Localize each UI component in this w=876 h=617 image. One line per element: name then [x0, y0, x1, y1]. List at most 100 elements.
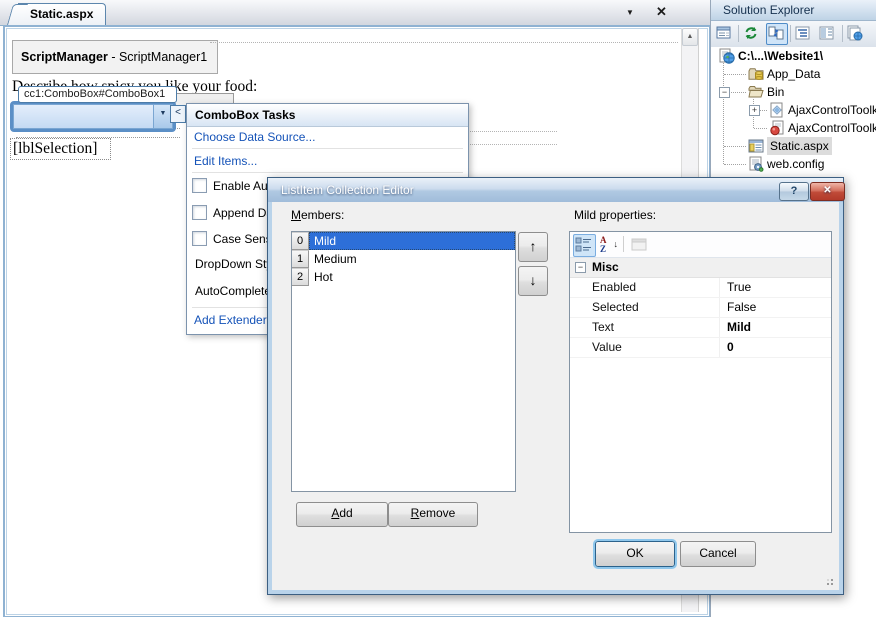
- move-up-button[interactable]: ↑: [518, 232, 548, 262]
- tree-item-static-aspx[interactable]: Static.aspx: [711, 137, 876, 155]
- tree-item-ajaxcontroltoolkit-reference[interactable]: + AjaxControlToolk: [711, 101, 876, 119]
- tab-static-aspx[interactable]: Static.aspx: [18, 3, 106, 25]
- tree-item-web-config[interactable]: web.config: [711, 155, 876, 173]
- tree-item-label: C:\...\Website1\: [738, 47, 823, 65]
- add-button[interactable]: Add: [296, 502, 388, 527]
- property-name: Selected: [570, 298, 720, 317]
- divider: [738, 25, 739, 42]
- move-down-button[interactable]: ↓: [518, 266, 548, 296]
- document-close-icon[interactable]: ✕: [656, 4, 667, 20]
- tree-item-website-root[interactable]: C:\...\Website1\: [711, 47, 876, 65]
- nest-related-files-icon[interactable]: [794, 24, 814, 44]
- aspnet-configuration-icon[interactable]: [846, 24, 866, 44]
- tab-list-dropdown-icon[interactable]: ▼: [626, 8, 634, 17]
- up-arrow-icon: ↑: [530, 238, 537, 254]
- expand-icon[interactable]: +: [749, 105, 760, 116]
- app-data-folder-icon: [748, 66, 764, 82]
- list-item-index[interactable]: 2: [292, 268, 309, 286]
- list-item-index[interactable]: 1: [292, 250, 309, 268]
- layout-divider: [210, 42, 678, 43]
- webform-file-icon: [748, 138, 764, 154]
- ok-button[interactable]: OK: [595, 541, 675, 567]
- tree-item-label: AjaxControlToolk: [788, 119, 876, 137]
- collapse-icon[interactable]: −: [719, 87, 730, 98]
- enable-autocomplete-checkbox-row[interactable]: Enable Auto: [192, 178, 278, 193]
- properties-window-icon[interactable]: [715, 24, 735, 44]
- refresh-icon[interactable]: [742, 24, 762, 44]
- property-grid-toolbar: AZ↓: [570, 232, 831, 258]
- list-item[interactable]: 2 Hot: [292, 268, 515, 286]
- checkbox-label: Append Da: [213, 206, 273, 220]
- property-grid: AZ↓ − Misc Enabled True: [569, 231, 832, 533]
- dll-file-icon: [769, 120, 785, 136]
- dropdown-style-label: DropDown Sty: [195, 257, 272, 271]
- help-button[interactable]: ?: [779, 182, 809, 201]
- add-extender-link[interactable]: Add Extender...: [194, 313, 276, 327]
- edit-items-link[interactable]: Edit Items...: [194, 154, 257, 168]
- close-button[interactable]: ✕: [810, 182, 845, 201]
- scriptmanager-control[interactable]: ScriptManager - ScriptManager1: [12, 40, 218, 74]
- combobox-control[interactable]: ▼: [13, 104, 173, 129]
- list-item-text[interactable]: Mild: [309, 232, 515, 250]
- case-sensitive-checkbox-row[interactable]: Case Sensit: [192, 231, 278, 246]
- smart-tag-collapse-button[interactable]: <: [170, 105, 186, 123]
- listitem-collection-editor-dialog: ListItem Collection Editor ? ✕ Members: …: [267, 177, 844, 595]
- list-item-text[interactable]: Hot: [309, 268, 515, 286]
- tree-item-app-data[interactable]: App_Data: [711, 65, 876, 83]
- scriptmanager-control-type: ScriptManager: [21, 50, 108, 64]
- vs-ide-screen: Static.aspx ▼ ✕ ScriptManager - ScriptMa…: [0, 0, 876, 617]
- label-lblselection-text: [lblSelection]: [13, 140, 97, 157]
- collapse-category-icon[interactable]: −: [575, 262, 586, 273]
- scroll-up-icon[interactable]: ▲: [682, 28, 698, 46]
- property-row[interactable]: Selected False: [570, 298, 831, 318]
- scriptmanager-control-id: - ScriptManager1: [108, 50, 207, 64]
- property-row[interactable]: Enabled True: [570, 278, 831, 298]
- property-pages-icon[interactable]: [629, 234, 652, 257]
- tree-item-ajaxcontroltoolkit-dll[interactable]: AjaxControlToolk: [711, 119, 876, 137]
- document-tabstrip: Static.aspx ▼ ✕: [0, 0, 710, 26]
- checkbox-icon[interactable]: [192, 178, 207, 193]
- remove-button[interactable]: Remove: [388, 502, 478, 527]
- tree-item-label: AjaxControlToolk: [788, 101, 876, 119]
- divider: [790, 25, 791, 42]
- list-item-index[interactable]: 0: [292, 232, 309, 250]
- combobox-tasks-header: ComboBox Tasks: [187, 104, 468, 127]
- property-row[interactable]: Value 0: [570, 338, 831, 358]
- property-value[interactable]: 0: [720, 338, 831, 357]
- dialog-title: ListItem Collection Editor: [281, 183, 414, 197]
- label-lblselection-control[interactable]: [lblSelection]: [10, 138, 111, 160]
- alphabetical-sort-icon[interactable]: AZ↓: [597, 234, 620, 258]
- divider: [192, 172, 463, 173]
- categorized-icon[interactable]: [573, 234, 596, 257]
- property-value[interactable]: False: [720, 298, 831, 317]
- append-databound-checkbox-row[interactable]: Append Da: [192, 205, 273, 220]
- tree-item-label: Static.aspx: [767, 137, 832, 155]
- property-row[interactable]: Text Mild: [570, 318, 831, 338]
- list-item[interactable]: 1 Medium: [292, 250, 515, 268]
- view-designer-icon[interactable]: [818, 24, 838, 44]
- list-item[interactable]: 0 Mild: [292, 232, 515, 250]
- choose-data-source-link[interactable]: Choose Data Source...: [194, 130, 315, 144]
- cancel-button[interactable]: Cancel: [680, 541, 756, 567]
- divider: [623, 236, 624, 252]
- members-listbox[interactable]: 0 Mild 1 Medium 2 Hot: [291, 231, 516, 492]
- website-icon: [719, 48, 735, 64]
- tab-label: Static.aspx: [30, 7, 93, 21]
- dialog-titlebar[interactable]: ListItem Collection Editor ? ✕: [268, 178, 843, 202]
- property-category-row[interactable]: − Misc: [570, 258, 831, 278]
- solution-explorer-title[interactable]: Solution Explorer: [711, 0, 876, 21]
- resize-grip[interactable]: [831, 583, 833, 585]
- property-value[interactable]: True: [720, 278, 831, 297]
- config-file-icon: [748, 156, 764, 172]
- checkbox-icon[interactable]: [192, 231, 207, 246]
- down-arrow-icon: ↓: [530, 272, 537, 288]
- property-value[interactable]: Mild: [720, 318, 831, 337]
- copy-website-icon[interactable]: [766, 23, 788, 45]
- tree-item-label: web.config: [767, 155, 824, 173]
- tree-item-label: Bin: [767, 83, 784, 101]
- combobox-id-tooltip: cc1:ComboBox#ComboBox1: [18, 86, 177, 103]
- divider: [192, 148, 463, 149]
- checkbox-icon[interactable]: [192, 205, 207, 220]
- list-item-text[interactable]: Medium: [309, 250, 515, 268]
- tree-item-bin[interactable]: − Bin: [711, 83, 876, 101]
